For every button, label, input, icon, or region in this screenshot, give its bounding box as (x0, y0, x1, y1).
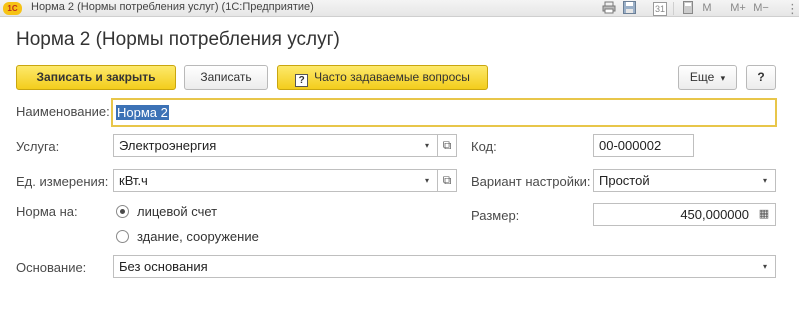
open-service-icon[interactable]: ⧉ (438, 134, 457, 157)
radio-building[interactable] (116, 230, 129, 243)
unit-value: кВт.ч (119, 173, 148, 188)
variant-select[interactable]: Простой ▾ (593, 169, 776, 192)
more-actions-button[interactable]: Еще ▾ (678, 65, 737, 90)
memory-m-button[interactable]: M (701, 1, 713, 16)
open-unit-icon[interactable]: ⧉ (438, 169, 457, 192)
code-label: Код: (471, 139, 497, 154)
radio-account-label[interactable]: лицевой счет (137, 204, 217, 219)
chevron-down-icon: ▾ (720, 73, 726, 83)
service-label: Услуга: (16, 139, 60, 154)
name-label: Наименование: (16, 104, 110, 119)
dropdown-arrow-icon[interactable]: ▾ (755, 170, 775, 191)
floppy-icon[interactable] (622, 1, 637, 16)
variant-label: Вариант настройки: (471, 174, 591, 189)
norm-label: Норма на: (16, 204, 78, 219)
size-input[interactable]: 450,000000 ▦ (593, 203, 776, 226)
service-value: Электроэнергия (119, 138, 217, 153)
basis-label: Основание: (16, 260, 87, 275)
more-icon[interactable]: ⋮ (786, 1, 799, 16)
faq-label: Часто задаваемые вопросы (314, 70, 470, 84)
radio-building-label[interactable]: здание, сооружение (137, 229, 259, 244)
size-value: 450,000000 (680, 207, 749, 222)
faq-button[interactable]: ? Часто задаваемые вопросы (277, 65, 488, 90)
code-input[interactable]: 00-000002 (593, 134, 694, 157)
dropdown-arrow-icon[interactable]: ▾ (417, 170, 437, 191)
unit-input[interactable]: кВт.ч ▾ (113, 169, 438, 192)
memory-plus-button[interactable]: M+ (728, 1, 748, 16)
variant-value: Простой (599, 173, 650, 188)
unit-label: Ед. измерения: (16, 174, 109, 189)
save-button[interactable]: Записать (184, 65, 268, 90)
calculator-icon[interactable]: ▦ (757, 204, 771, 225)
more-label: Еще (689, 70, 715, 84)
window-title: Норма 2 (Нормы потребления услуг) (1С:Пр… (31, 1, 314, 13)
service-input[interactable]: Электроэнергия ▾ (113, 134, 438, 157)
calendar-icon[interactable]: 31 (653, 2, 667, 16)
name-value: Норма 2 (116, 105, 169, 120)
page-title: Норма 2 (Нормы потребления услуг) (16, 29, 340, 50)
printer-icon[interactable] (601, 1, 616, 16)
window-titlebar: 1С Норма 2 (Нормы потребления услуг) (1С… (0, 0, 799, 17)
question-icon: ? (295, 74, 309, 87)
help-button[interactable]: ? (746, 65, 776, 90)
name-input[interactable]: Норма 2 (111, 98, 777, 127)
dropdown-arrow-icon[interactable]: ▾ (755, 256, 775, 277)
toolbar-divider (673, 2, 674, 15)
memory-minus-button[interactable]: M− (751, 1, 771, 16)
save-and-close-button[interactable]: Записать и закрыть (16, 65, 176, 90)
dropdown-arrow-icon[interactable]: ▾ (417, 135, 437, 156)
app-logo-icon: 1С (3, 2, 22, 15)
radio-account[interactable] (116, 205, 129, 218)
basis-select[interactable]: Без основания ▾ (113, 255, 776, 278)
basis-value: Без основания (119, 259, 208, 274)
calculator-icon[interactable] (682, 1, 694, 16)
size-label: Размер: (471, 208, 520, 223)
